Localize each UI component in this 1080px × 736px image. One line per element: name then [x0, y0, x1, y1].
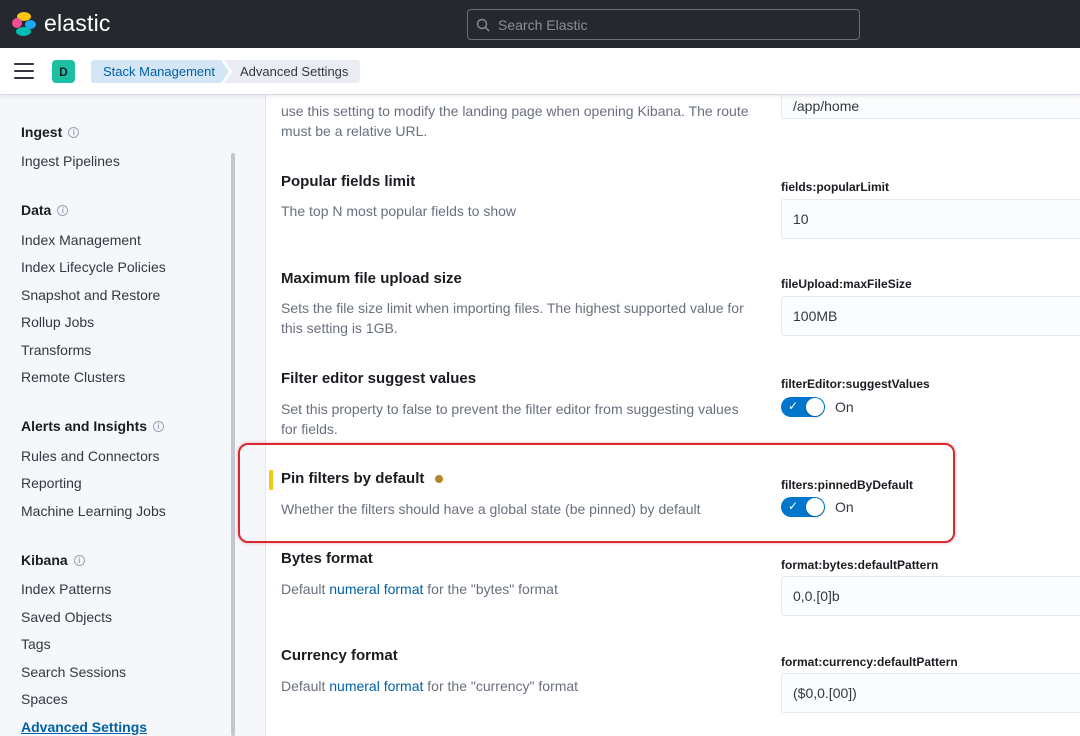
- setting-title: Bytes format: [281, 550, 373, 567]
- brand-name: elastic: [44, 10, 111, 36]
- pinned-default-switch[interactable]: ✓: [781, 497, 825, 517]
- sidebar-item-index-management[interactable]: Index Management: [21, 232, 141, 248]
- setting-title-pinned: Pin filters by default: [281, 470, 444, 487]
- advanced-settings-panel: use this setting to modify the landing p…: [240, 95, 1080, 736]
- bytes-format-input[interactable]: 0,0.[0]b: [781, 576, 1080, 616]
- sidebar-heading-data: Data i: [21, 202, 69, 218]
- info-icon[interactable]: i: [68, 126, 80, 138]
- info-icon[interactable]: i: [73, 554, 85, 566]
- sidebar-item-ingest-pipelines[interactable]: Ingest Pipelines: [21, 153, 120, 169]
- sidebar-heading-kibana: Kibana i: [21, 552, 85, 568]
- sidebar-heading-alerts-insights: Alerts and Insights i: [21, 418, 165, 434]
- switch-knob: [806, 398, 824, 416]
- sidebar-item-reporting[interactable]: Reporting: [21, 475, 82, 491]
- sidebar-item-spaces[interactable]: Spaces: [21, 691, 68, 707]
- switch-label: On: [835, 499, 854, 515]
- setting-title-label: Pin filters by default: [281, 470, 425, 487]
- sidebar-heading-label: Alerts and Insights: [21, 418, 148, 434]
- search-input[interactable]: [498, 16, 858, 33]
- setting-key: format:bytes:defaultPattern: [781, 558, 939, 572]
- setting-title: Currency format: [281, 647, 398, 664]
- max-file-size-input[interactable]: 100MB: [781, 296, 1080, 336]
- currency-format-input[interactable]: ($0,0.[00]): [781, 673, 1080, 713]
- desc-prefix: Default: [281, 581, 326, 597]
- setting-key: filterEditor:suggestValues: [781, 377, 930, 391]
- setting-key: format:currency:defaultPattern: [781, 655, 958, 669]
- sidebar-item-ml-jobs[interactable]: Machine Learning Jobs: [21, 503, 166, 519]
- sidebar-item-snapshot-restore[interactable]: Snapshot and Restore: [21, 287, 160, 303]
- sidebar-item-index-patterns[interactable]: Index Patterns: [21, 581, 111, 597]
- info-icon[interactable]: i: [57, 204, 69, 216]
- setting-key: fileUpload:maxFileSize: [781, 277, 912, 291]
- setting-description: Whether the filters should have a global…: [281, 501, 701, 517]
- breadcrumb-bar: D Stack Management Advanced Settings: [0, 48, 1080, 95]
- sidebar-scrollbar[interactable]: [231, 153, 235, 736]
- desc-suffix: for the "currency" format: [427, 678, 579, 694]
- numeral-format-link[interactable]: numeral format: [329, 581, 423, 597]
- hamburger-menu-icon[interactable]: [14, 63, 34, 79]
- sidebar-heading-ingest: Ingest i: [21, 124, 80, 140]
- setting-title: Popular fields limit: [281, 173, 416, 190]
- switch-label: On: [835, 399, 854, 415]
- sidebar-item-saved-objects[interactable]: Saved Objects: [21, 609, 112, 625]
- popular-limit-input[interactable]: 10: [781, 199, 1080, 239]
- setting-title: Maximum file upload size: [281, 270, 462, 287]
- global-header: elastic: [0, 0, 1080, 48]
- default-route-input[interactable]: /app/home: [781, 95, 1080, 119]
- elastic-logo[interactable]: elastic: [12, 10, 111, 37]
- sidebar-item-index-lifecycle-policies[interactable]: Index Lifecycle Policies: [21, 259, 166, 275]
- desc-suffix: for the "bytes" format: [427, 581, 558, 597]
- pinned-default-toggle-row: ✓ On: [781, 497, 854, 517]
- panel-gutter: [240, 95, 266, 736]
- desc-prefix: Default: [281, 678, 326, 694]
- setting-description: use this setting to modify the landing p…: [281, 103, 749, 139]
- management-sidebar: Ingest i Ingest Pipelines Data i Index M…: [0, 95, 240, 736]
- sidebar-item-remote-clusters[interactable]: Remote Clusters: [21, 369, 125, 385]
- sidebar-item-transforms[interactable]: Transforms: [21, 342, 91, 358]
- unsaved-change-marker: [269, 470, 273, 490]
- check-icon: ✓: [788, 499, 799, 513]
- setting-key: filters:pinnedByDefault: [781, 478, 914, 492]
- sidebar-heading-label: Ingest: [21, 124, 63, 140]
- suggest-values-switch[interactable]: ✓: [781, 397, 825, 417]
- global-search[interactable]: [467, 9, 860, 40]
- sidebar-item-rollup-jobs[interactable]: Rollup Jobs: [21, 314, 94, 330]
- sidebar-item-search-sessions[interactable]: Search Sessions: [21, 664, 126, 680]
- switch-knob: [806, 498, 824, 516]
- sidebar-heading-label: Kibana: [21, 552, 68, 568]
- suggest-values-toggle-row: ✓ On: [781, 397, 854, 417]
- setting-title: Filter editor suggest values: [281, 370, 477, 387]
- numeral-format-link[interactable]: numeral format: [329, 678, 423, 694]
- setting-key: fields:popularLimit: [781, 180, 889, 194]
- sidebar-item-tags[interactable]: Tags: [21, 636, 51, 652]
- breadcrumb-advanced-settings: Advanced Settings: [224, 60, 361, 83]
- check-icon: ✓: [788, 399, 799, 413]
- sidebar-heading-label: Data: [21, 202, 52, 218]
- setting-description-currency: Default numeral format for the "currency…: [281, 676, 761, 696]
- breadcrumb-stack-management[interactable]: Stack Management: [91, 60, 229, 83]
- sidebar-item-rules-connectors[interactable]: Rules and Connectors: [21, 448, 160, 464]
- setting-description: The top N most popular fields to show: [281, 203, 517, 219]
- sidebar-item-advanced-settings[interactable]: Advanced Settings: [21, 719, 147, 735]
- elastic-logo-icon: [12, 11, 36, 36]
- search-icon: [476, 18, 490, 31]
- unsaved-dot-icon: [435, 475, 444, 484]
- setting-description: Sets the file size limit when importing …: [281, 300, 744, 336]
- setting-description: Set this property to false to prevent th…: [281, 401, 739, 437]
- info-icon[interactable]: i: [153, 420, 165, 432]
- space-avatar[interactable]: D: [52, 60, 75, 83]
- setting-description-bytes: Default numeral format for the "bytes" f…: [281, 579, 761, 599]
